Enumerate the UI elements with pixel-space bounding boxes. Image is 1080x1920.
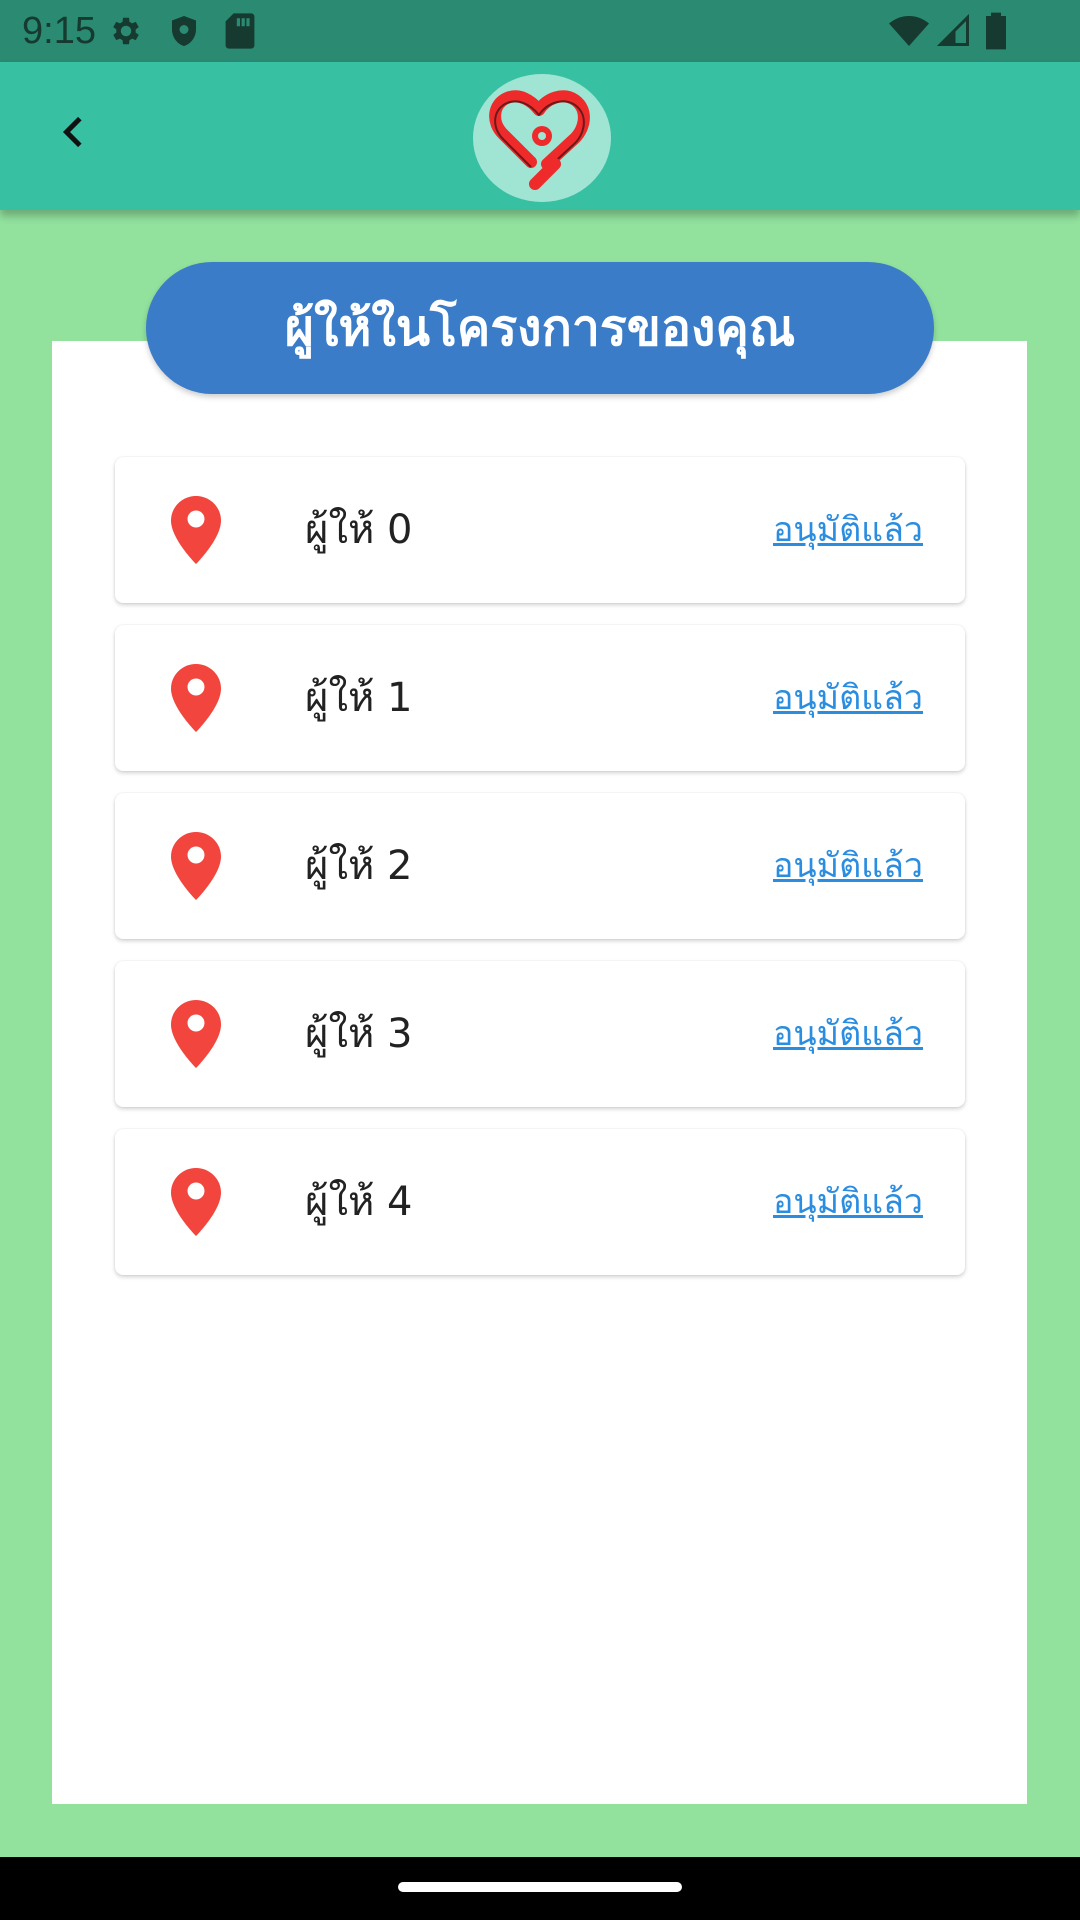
signal-icon bbox=[936, 11, 972, 55]
donor-card[interactable]: ผู้ให้ 1 อนุมัติแล้ว bbox=[115, 625, 965, 771]
app-bar bbox=[0, 62, 1080, 210]
map-pin-icon bbox=[171, 496, 221, 564]
donor-name: ผู้ให้ 1 bbox=[305, 675, 413, 721]
approved-status-link[interactable]: อนุมัติแล้ว bbox=[773, 457, 923, 603]
approved-status-link[interactable]: อนุมัติแล้ว bbox=[773, 625, 923, 771]
donor-card[interactable]: ผู้ให้ 0 อนุมัติแล้ว bbox=[115, 457, 965, 603]
donor-card[interactable]: ผู้ให้ 3 อนุมัติแล้ว bbox=[115, 961, 965, 1107]
donor-name: ผู้ให้ 0 bbox=[305, 507, 413, 553]
battery-icon bbox=[984, 11, 1008, 55]
wifi-icon bbox=[888, 11, 930, 55]
back-button[interactable] bbox=[46, 104, 102, 160]
page-title-pill: ผู้ให้ในโครงการของคุณ bbox=[146, 262, 934, 394]
donor-name: ผู้ให้ 2 bbox=[305, 843, 413, 889]
home-indicator[interactable] bbox=[398, 1882, 682, 1892]
approved-status-link[interactable]: อนุมัติแล้ว bbox=[773, 1129, 923, 1275]
page-title: ผู้ให้ในโครงการของคุณ bbox=[284, 298, 796, 357]
map-pin-icon bbox=[171, 1168, 221, 1236]
status-bar: 9:15 bbox=[0, 0, 1080, 62]
heart-logo-icon bbox=[489, 90, 590, 190]
gear-icon bbox=[108, 11, 144, 55]
donor-name: ผู้ให้ 4 bbox=[305, 1179, 413, 1225]
approved-status-link[interactable]: อนุมัติแล้ว bbox=[773, 961, 923, 1107]
chevron-left-icon bbox=[62, 116, 82, 148]
map-pin-icon bbox=[171, 1000, 221, 1068]
donor-name: ผู้ให้ 3 bbox=[305, 1011, 413, 1057]
app-logo bbox=[473, 74, 611, 202]
status-time: 9:15 bbox=[22, 10, 96, 52]
donor-card[interactable]: ผู้ให้ 4 อนุมัติแล้ว bbox=[115, 1129, 965, 1275]
shield-icon bbox=[166, 11, 202, 55]
donor-list: ผู้ให้ 0 อนุมัติแล้ว ผู้ให้ 1 อนุมัติแล้… bbox=[115, 457, 965, 1297]
donor-card[interactable]: ผู้ให้ 2 อนุมัติแล้ว bbox=[115, 793, 965, 939]
map-pin-icon bbox=[171, 664, 221, 732]
approved-status-link[interactable]: อนุมัติแล้ว bbox=[773, 793, 923, 939]
system-nav-bar bbox=[0, 1857, 1080, 1920]
map-pin-icon bbox=[171, 832, 221, 900]
sd-card-icon bbox=[224, 11, 256, 55]
